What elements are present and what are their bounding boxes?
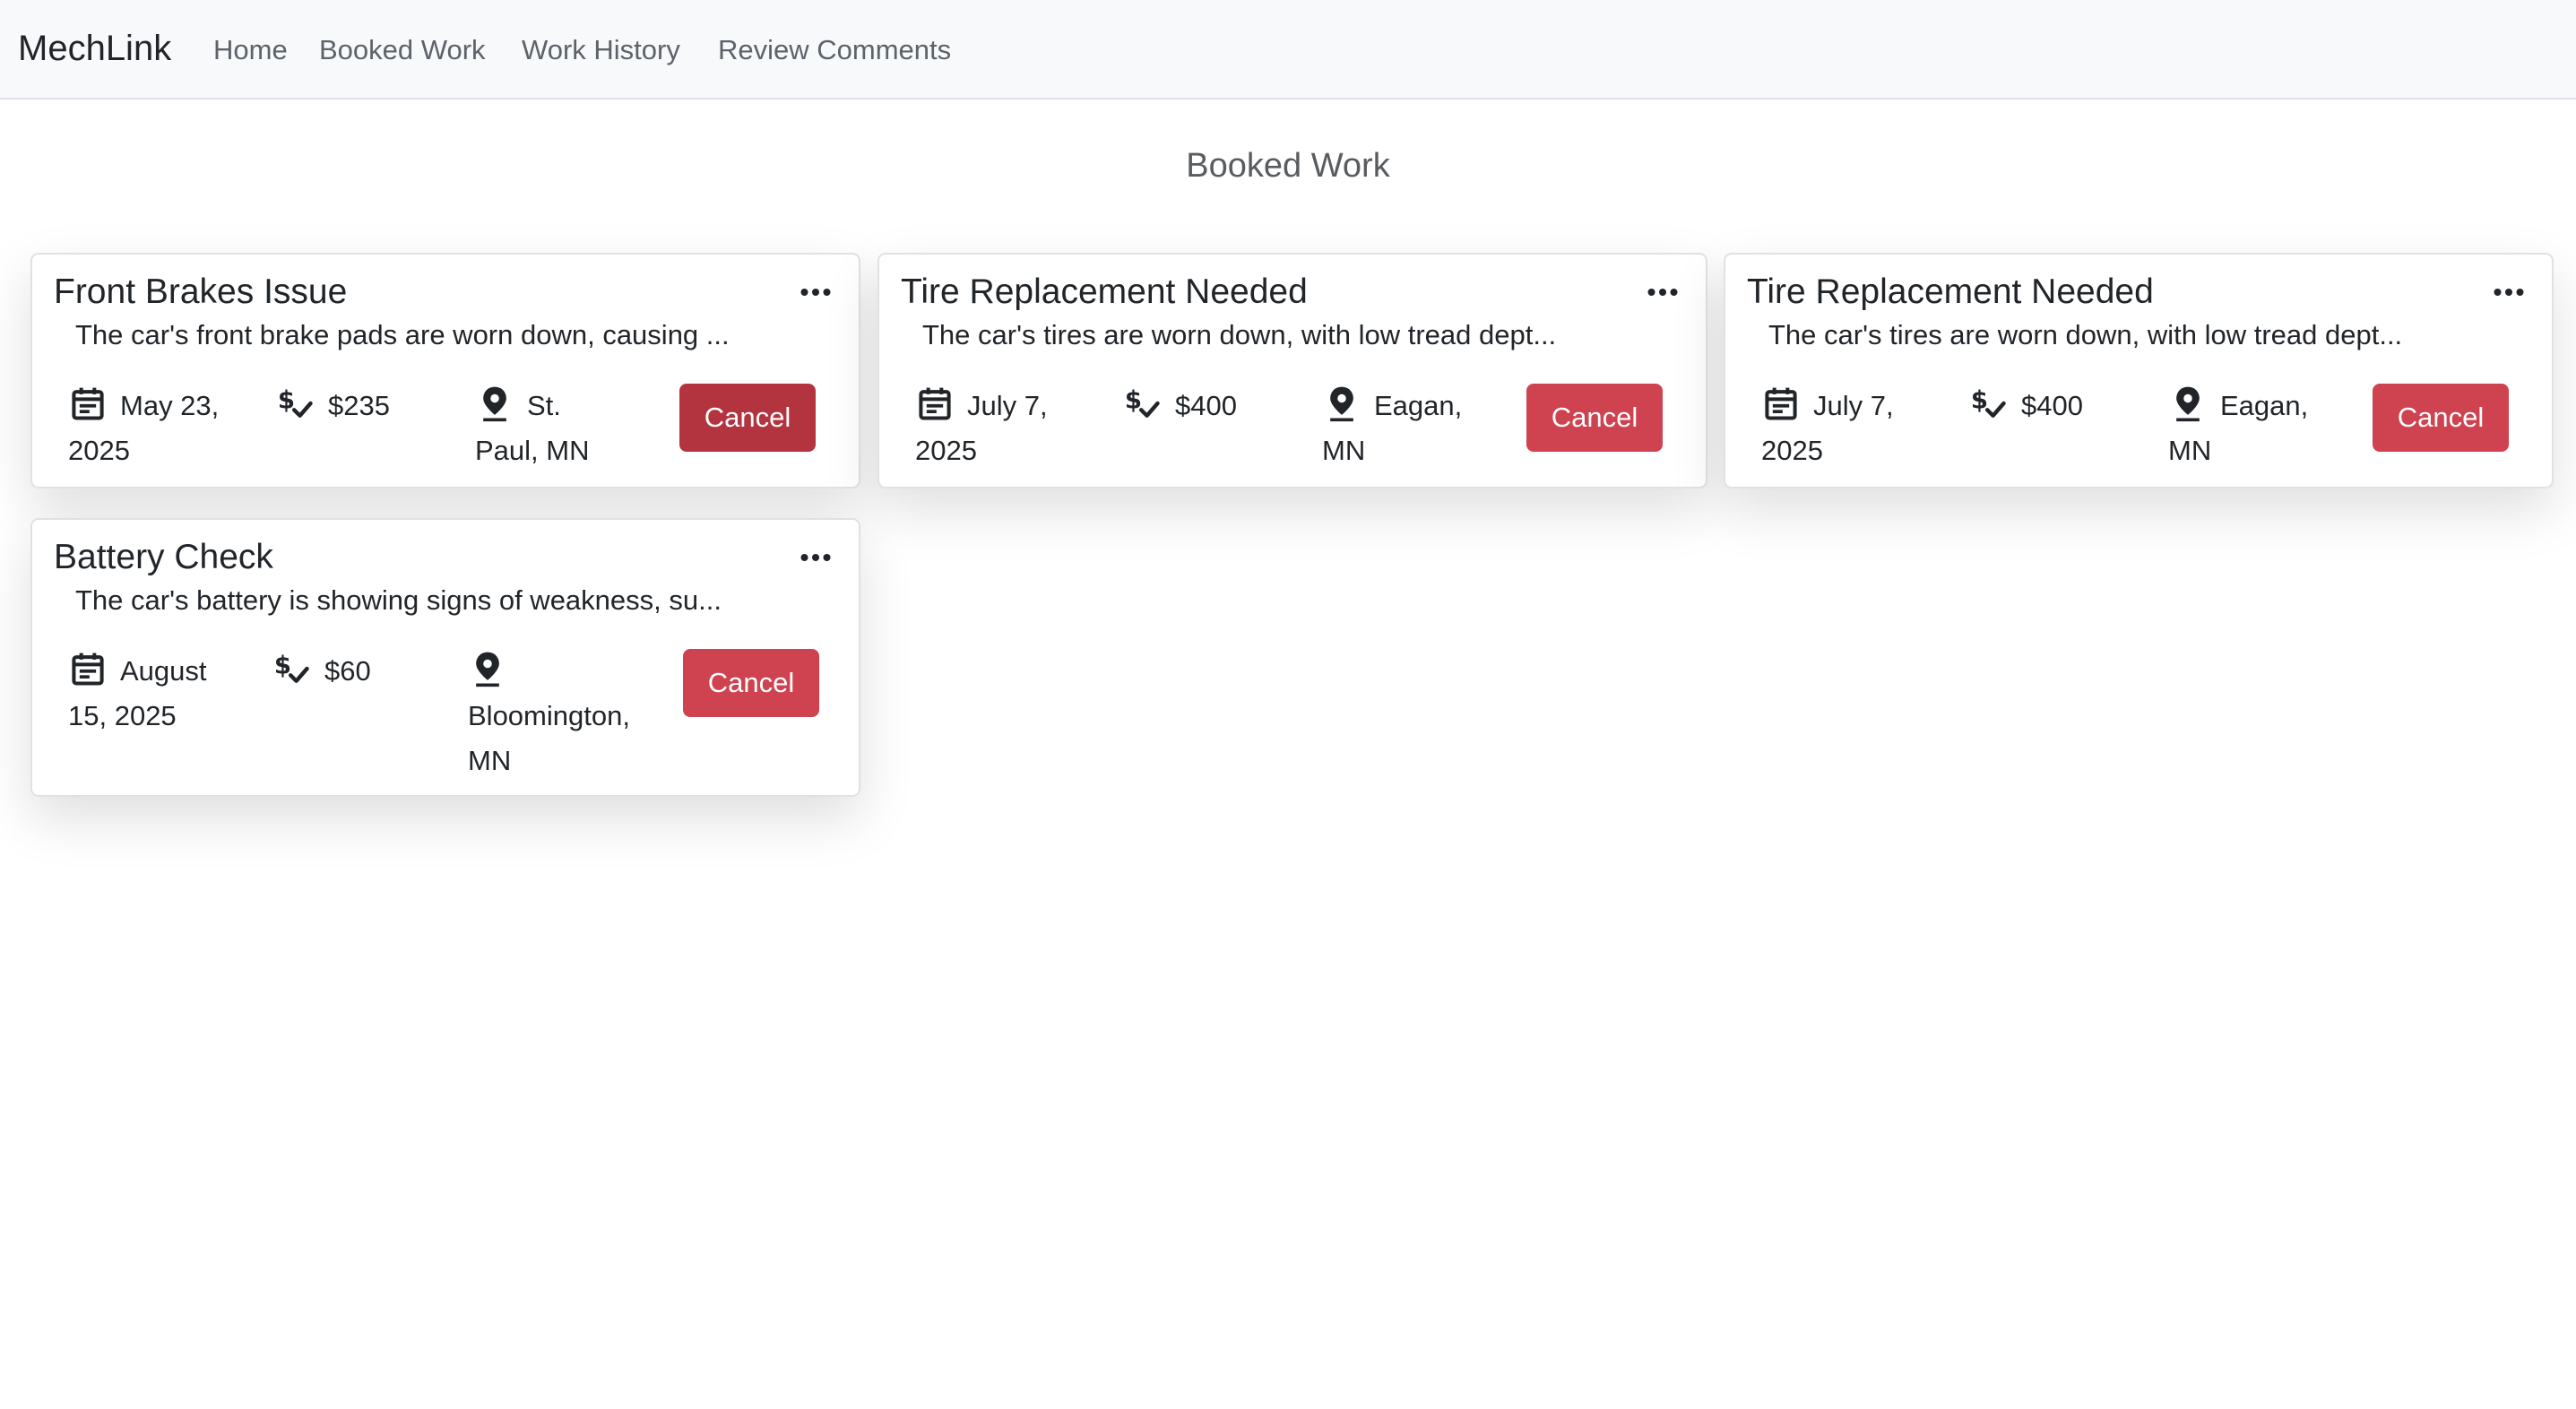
map-pin-icon [1322,384,1361,423]
card-price: $60 [272,649,371,694]
dollar-check-icon [1969,384,2009,423]
card-location: Eagan, MN [2168,384,2308,473]
price-value: $235 [328,390,390,421]
location-line-2: MN [2168,435,2212,466]
location-line-2: MN [468,745,512,776]
date-line-1: May 23, [120,390,220,421]
price-value: $400 [2021,390,2083,421]
card-description: The car's battery is showing signs of we… [75,584,722,616]
card-description: The car's front brake pads are worn down… [75,319,730,350]
card-date: May 23, 2025 [68,384,219,473]
date-line-1: July 7, [1813,390,1894,421]
booked-work-card: Battery Check The car's battery is showi… [30,518,860,797]
cancel-button[interactable]: Cancel [2373,384,2509,452]
card-description: The car's tires are worn down, with low … [922,319,1557,350]
card-description: The car's tires are worn down, with low … [1768,319,2403,350]
cancel-button[interactable]: Cancel [1526,384,1663,452]
more-horizontal-icon[interactable] [1643,274,1682,310]
brand-logo[interactable]: MechLink [18,29,171,69]
card-title: Battery Check [54,538,273,576]
nav-link-booked-work[interactable]: Booked Work [319,34,486,66]
date-line-1: July 7, [967,390,1048,421]
date-line-1: August [120,655,207,687]
booked-work-card: Front Brakes Issue The car's front brake… [30,253,860,488]
page-title: Booked Work [1186,147,1390,185]
location-line-1: St. [527,390,561,421]
card-price: $400 [1123,384,1237,428]
calendar-icon [1761,384,1801,423]
location-line-1: Eagan, [1374,390,1463,421]
nav-link-review-comments[interactable]: Review Comments [718,34,951,66]
calendar-icon [915,384,955,423]
dollar-check-icon [276,384,316,423]
nav-link-home[interactable]: Home [213,34,288,66]
location-line-1: Bloomington, [468,700,630,731]
date-line-2: 2025 [1761,435,1823,466]
card-location: Eagan, MN [1322,384,1462,473]
card-date: July 7, 2025 [915,384,1048,473]
nav-link-work-history[interactable]: Work History [522,34,680,66]
location-line-2: Paul, MN [475,435,590,466]
booked-work-card: Tire Replacement Needed The car's tires … [1724,253,2554,488]
more-horizontal-icon[interactable] [796,274,835,310]
price-value: $400 [1175,390,1237,421]
card-title: Front Brakes Issue [54,272,348,311]
calendar-icon [68,649,108,688]
location-line-1: Eagan, [2220,390,2309,421]
cancel-button[interactable]: Cancel [683,649,819,717]
top-navbar: MechLink Home Booked Work Work History R… [0,0,2576,99]
map-pin-icon [475,384,514,423]
dollar-check-icon [1123,384,1163,423]
more-horizontal-icon[interactable] [2489,274,2528,310]
card-price: $235 [276,384,390,428]
map-pin-icon [468,649,507,688]
dollar-check-icon [272,649,312,688]
date-line-2: 2025 [68,435,130,466]
location-line-2: MN [1322,435,1366,466]
more-horizontal-icon[interactable] [796,540,835,575]
card-title: Tire Replacement Needed [901,272,1308,311]
card-date: July 7, 2025 [1761,384,1894,473]
card-date: August 15, 2025 [68,649,207,739]
cancel-button[interactable]: Cancel [679,384,816,452]
card-title: Tire Replacement Needed [1747,272,2154,311]
calendar-icon [68,384,108,423]
date-line-2: 15, 2025 [68,700,177,731]
card-location: Bloomington, MN [468,649,630,783]
card-location: St. Paul, MN [475,384,589,473]
map-pin-icon [2168,384,2208,423]
card-price: $400 [1969,384,2083,428]
booked-work-card: Tire Replacement Needed The car's tires … [877,253,1707,488]
price-value: $60 [324,655,371,687]
date-line-2: 2025 [915,435,977,466]
